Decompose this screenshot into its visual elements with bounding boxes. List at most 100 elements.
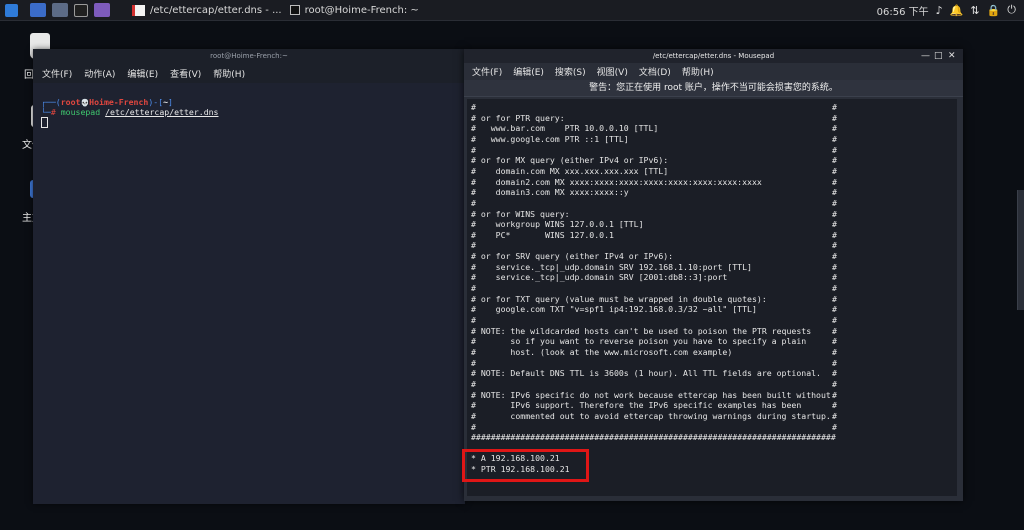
editor-line-text: # NOTE: Default DNS TTL is 3600s (1 hour… <box>471 368 821 379</box>
editor-line: # NOTE: Default DNS TTL is 3600s (1 hour… <box>471 368 837 379</box>
editor-line-text: # so if you want to reverse poison you h… <box>471 336 807 347</box>
editor-line-text: # IPv6 support. Therefore the IPv6 speci… <box>471 400 802 411</box>
editor-line: # # <box>471 240 837 251</box>
editor-line: # # <box>471 145 837 156</box>
editor-line-right-hash: # <box>832 229 837 240</box>
editor-line-text: # <box>471 315 476 325</box>
menu-search[interactable]: 搜索(S) <box>555 65 586 78</box>
editor-line-text: # www.google.com PTR ::1 [TTL] <box>471 133 629 144</box>
clock[interactable]: 06:56 下午 <box>877 3 929 18</box>
menu-document[interactable]: 文档(D) <box>639 65 671 78</box>
editor-line-text: # www.bar.com PTR 10.0.0.10 [TTL] <box>471 123 659 134</box>
editor-line-right-hash: # <box>832 315 837 325</box>
browser-launcher-icon[interactable] <box>94 3 110 17</box>
editor-line-text: # <box>471 102 476 112</box>
editor-line-text: # service._tcp|_udp.domain SRV [2001:db8… <box>471 272 728 283</box>
editor-line: # service._tcp|_udp.domain SRV [2001:db8… <box>471 272 837 283</box>
editor-line-right-hash: # <box>832 240 837 251</box>
terminal-menubar: 文件(F) 动作(A) 编辑(E) 查看(V) 帮助(H) <box>33 63 465 83</box>
network-icon[interactable]: ⇅ <box>970 4 979 17</box>
taskbar-app-terminal[interactable]: root@Hoime-French: ~ <box>289 0 419 20</box>
terminal-titlebar[interactable]: root@Hoime-French:~ <box>33 49 465 63</box>
editor-line: # # <box>471 197 837 209</box>
taskbar-app-label: root@Hoime-French: ~ <box>304 4 419 16</box>
editor-line: # NOTE: the wildcarded hosts can't be us… <box>471 325 837 337</box>
editor-line-text: # google.com TXT "v=spf1 ip4:192.168.0.3… <box>471 304 757 315</box>
menu-file[interactable]: 文件(F) <box>472 65 502 78</box>
menu-file[interactable]: 文件(F) <box>42 67 72 80</box>
editor-line: # workgroup WINS 127.0.0.1 [TTL] # <box>471 219 837 230</box>
kali-menu-icon[interactable] <box>5 3 18 17</box>
skull-icon: 💀 <box>80 99 90 107</box>
editor-line-text: # <box>471 197 476 208</box>
editor-line: # www.bar.com PTR 10.0.0.10 [TTL] # <box>471 123 837 134</box>
terminal-output[interactable]: ┌──(root💀Hoime-French)-[~] └─# mousepad … <box>33 83 465 504</box>
terminal-window[interactable]: root@Hoime-French:~ 文件(F) 动作(A) 编辑(E) 查看… <box>33 49 465 504</box>
mousepad-window[interactable]: /etc/ettercap/etter.dns - Mousepad — □ ✕… <box>464 49 963 501</box>
editor-line-text: # NOTE: the wildcarded hosts can't be us… <box>471 325 812 336</box>
editor-line-text: # <box>471 283 476 294</box>
terminal-launcher-icon[interactable] <box>74 3 88 17</box>
editor-line: # or for WINS query: # <box>471 209 837 220</box>
editor-line: # # <box>471 422 837 433</box>
editor-line: # # <box>471 283 837 294</box>
editor-line-right-hash: # <box>832 197 837 208</box>
editor-line: # domain3.com MX xxxx:xxxx::y # <box>471 187 837 198</box>
editor-line: # # <box>471 315 837 326</box>
editor-line-right-hash: # <box>832 325 837 336</box>
menu-view[interactable]: 视图(V) <box>597 65 628 78</box>
prompt-line: ┌──(root💀Hoime-French)-[~] <box>41 97 173 107</box>
editor-line-text: # or for SRV query (either IPv4 or IPv6)… <box>471 251 674 262</box>
file-manager-icon[interactable] <box>52 3 68 17</box>
editor-line-right-hash: # <box>832 144 837 155</box>
show-desktop-icon[interactable] <box>30 3 46 17</box>
editor-line-right-hash: # <box>832 400 837 411</box>
mousepad-titlebar[interactable]: /etc/ettercap/etter.dns - Mousepad — □ ✕ <box>464 49 963 63</box>
editor-line-text: # or for PTR query: <box>471 112 565 123</box>
close-icon[interactable]: ✕ <box>948 49 956 63</box>
taskbar-app-mousepad[interactable]: /etc/ettercap/etter.dns - ... <box>132 0 282 20</box>
command-line: └─# mousepad /etc/ettercap/etter.dns <box>41 107 219 117</box>
editor-line-text: # service._tcp|_udp.domain SRV 192.168.1… <box>471 261 752 272</box>
editor-line-right-hash: # <box>832 155 837 166</box>
editor-line: # NOTE: IPv6 specific do not work becaus… <box>471 390 837 401</box>
editor-line: # service._tcp|_udp.domain SRV 192.168.1… <box>471 261 837 273</box>
editor-line-text: # domain2.com MX xxxx:xxxx:xxxx:xxxx:xxx… <box>471 176 762 187</box>
taskbar-app-label: /etc/ettercap/etter.dns - ... <box>150 4 282 16</box>
screen-edge-scrollbar[interactable] <box>1017 190 1024 310</box>
menu-edit[interactable]: 编辑(E) <box>513 65 544 78</box>
terminal-icon <box>289 5 300 15</box>
text-editor-area[interactable]: # # # or for PTR query: # # www.bar.com PTR … <box>467 99 957 496</box>
editor-line: # google.com TXT "v=spf1 ip4:192.168.0.3… <box>471 304 837 315</box>
editor-line-text: # <box>471 240 476 251</box>
menu-help[interactable]: 帮助(H) <box>213 67 245 80</box>
maximize-icon[interactable]: □ <box>934 49 943 63</box>
notification-bell-icon[interactable]: 🔔 <box>950 4 964 17</box>
prompt-dir: ~ <box>163 97 169 107</box>
menu-edit[interactable]: 编辑(E) <box>127 67 158 80</box>
minimize-icon[interactable]: — <box>921 49 930 63</box>
power-icon[interactable]: ⏻ <box>1007 3 1016 17</box>
editor-line: # host. (look at the www.microsoft.com e… <box>471 347 837 358</box>
editor-line-right-hash: # <box>832 219 837 230</box>
editor-line-right-hash: # <box>832 272 837 283</box>
menu-actions[interactable]: 动作(A) <box>84 67 115 80</box>
editor-line-right-hash: # <box>832 283 837 294</box>
annotation-highlight-box <box>462 449 589 482</box>
editor-line: # # <box>471 102 837 113</box>
volume-icon[interactable]: ♪ <box>936 4 943 17</box>
editor-line-right-hash: # <box>832 102 837 112</box>
menu-view[interactable]: 查看(V) <box>170 67 201 80</box>
editor-line-right-hash: # <box>832 389 837 400</box>
editor-line-right-hash: # <box>832 112 837 123</box>
lock-icon[interactable]: 🔒 <box>987 4 1001 17</box>
editor-line-right-hash: # <box>832 336 837 347</box>
editor-line-right-hash: # <box>832 123 837 134</box>
editor-line: # or for PTR query: # <box>471 112 837 124</box>
editor-line: # IPv6 support. Therefore the IPv6 speci… <box>471 400 837 411</box>
editor-line: # domain.com MX xxx.xxx.xxx.xxx [TTL] # <box>471 166 837 177</box>
menu-help[interactable]: 帮助(H) <box>682 65 714 78</box>
editor-line-right-hash: # <box>832 251 837 262</box>
editor-line-right-hash: # <box>832 176 837 187</box>
mousepad-menubar: 文件(F) 编辑(E) 搜索(S) 视图(V) 文档(D) 帮助(H) <box>464 63 963 80</box>
